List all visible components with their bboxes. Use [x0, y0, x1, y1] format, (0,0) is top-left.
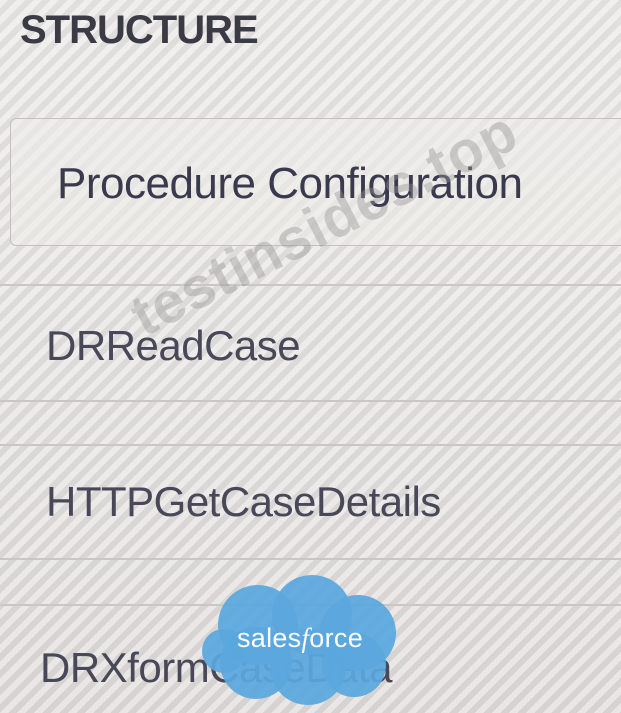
divider: [0, 444, 621, 446]
structure-panel: STRUCTURE Procedure Configuration DRRead…: [0, 0, 621, 713]
salesforce-logo-text: salesforce: [236, 623, 364, 653]
step-httpgetcasedetails[interactable]: HTTPGetCaseDetails: [46, 478, 441, 526]
salesforce-logo: salesforce: [200, 575, 400, 707]
divider: [0, 558, 621, 560]
divider: [0, 400, 621, 402]
divider: [0, 284, 621, 286]
structure-header: STRUCTURE: [20, 8, 259, 52]
